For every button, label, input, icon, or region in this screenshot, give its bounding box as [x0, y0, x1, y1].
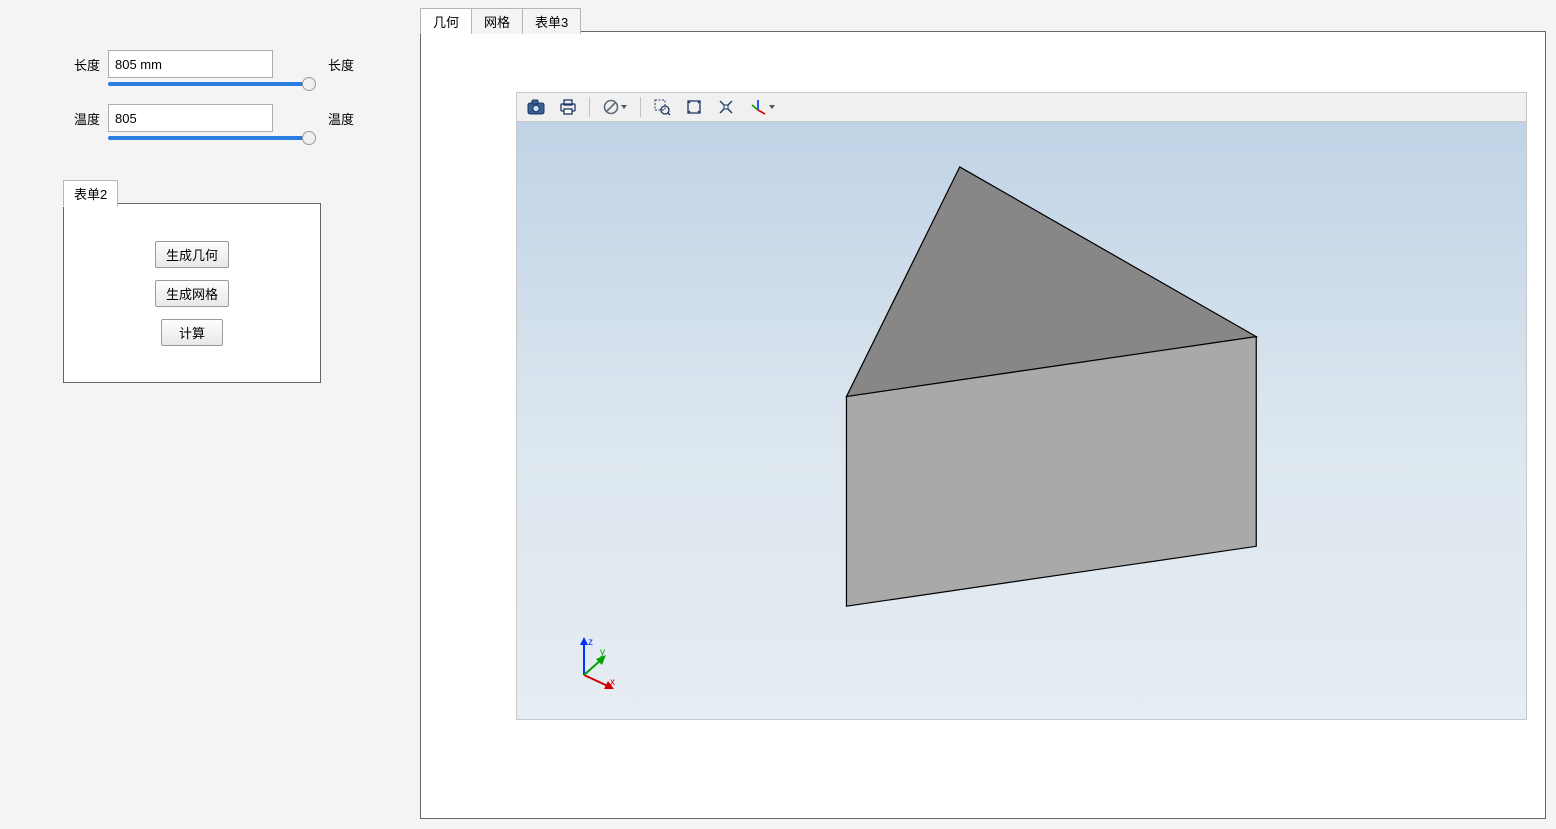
- zoom-extents-icon[interactable]: [681, 95, 707, 119]
- axis-x-label: x: [610, 677, 615, 688]
- param-row-temperature: 温度 温度: [18, 104, 402, 132]
- generate-geometry-button[interactable]: 生成几何: [155, 241, 229, 268]
- print-icon[interactable]: [555, 95, 581, 119]
- view-orientation-dropdown-icon[interactable]: [745, 95, 779, 119]
- compute-button[interactable]: 计算: [161, 319, 223, 346]
- toolbar-separator: [640, 97, 641, 117]
- zoom-selected-icon[interactable]: [713, 95, 739, 119]
- main-panel: 几何 网格 表单3: [420, 8, 1546, 819]
- main-frame: z x y: [420, 31, 1546, 819]
- left-panel: 长度 长度 温度 温度 表单2 生成几何 生成网格 计算: [0, 0, 420, 829]
- tab-geometry[interactable]: 几何: [420, 8, 472, 34]
- zoom-box-icon[interactable]: [649, 95, 675, 119]
- generate-mesh-button[interactable]: 生成网格: [155, 280, 229, 307]
- toolbar-separator: [589, 97, 590, 117]
- graphics-area: z x y: [516, 92, 1527, 722]
- form2-panel: 表单2 生成几何 生成网格 计算: [63, 180, 323, 370]
- length-label-right: 长度: [328, 55, 354, 74]
- temperature-input[interactable]: [108, 104, 273, 132]
- geometry-prism-icon: [517, 122, 1526, 719]
- 3d-viewport[interactable]: z x y: [516, 122, 1527, 720]
- tab-form3[interactable]: 表单3: [522, 8, 581, 34]
- length-label-left: 长度: [18, 55, 108, 74]
- axis-z-label: z: [588, 637, 593, 648]
- temperature-slider[interactable]: [108, 136, 308, 140]
- length-input[interactable]: [108, 50, 273, 78]
- no-selection-dropdown-icon[interactable]: [598, 95, 632, 119]
- form2-tab[interactable]: 表单2: [63, 180, 118, 207]
- length-slider[interactable]: [108, 82, 308, 86]
- main-tabs: 几何 网格 表单3: [420, 8, 1546, 34]
- form2-body: 生成几何 生成网格 计算: [63, 203, 321, 383]
- param-row-length: 长度 长度: [18, 50, 402, 78]
- axis-triad-icon: z x y: [562, 635, 622, 691]
- camera-snapshot-icon[interactable]: [523, 95, 549, 119]
- temperature-label-right: 温度: [328, 109, 354, 128]
- axis-y-label: y: [600, 647, 605, 658]
- temperature-label-left: 温度: [18, 109, 108, 128]
- tab-mesh[interactable]: 网格: [471, 8, 523, 34]
- graphics-toolbar: [516, 92, 1527, 122]
